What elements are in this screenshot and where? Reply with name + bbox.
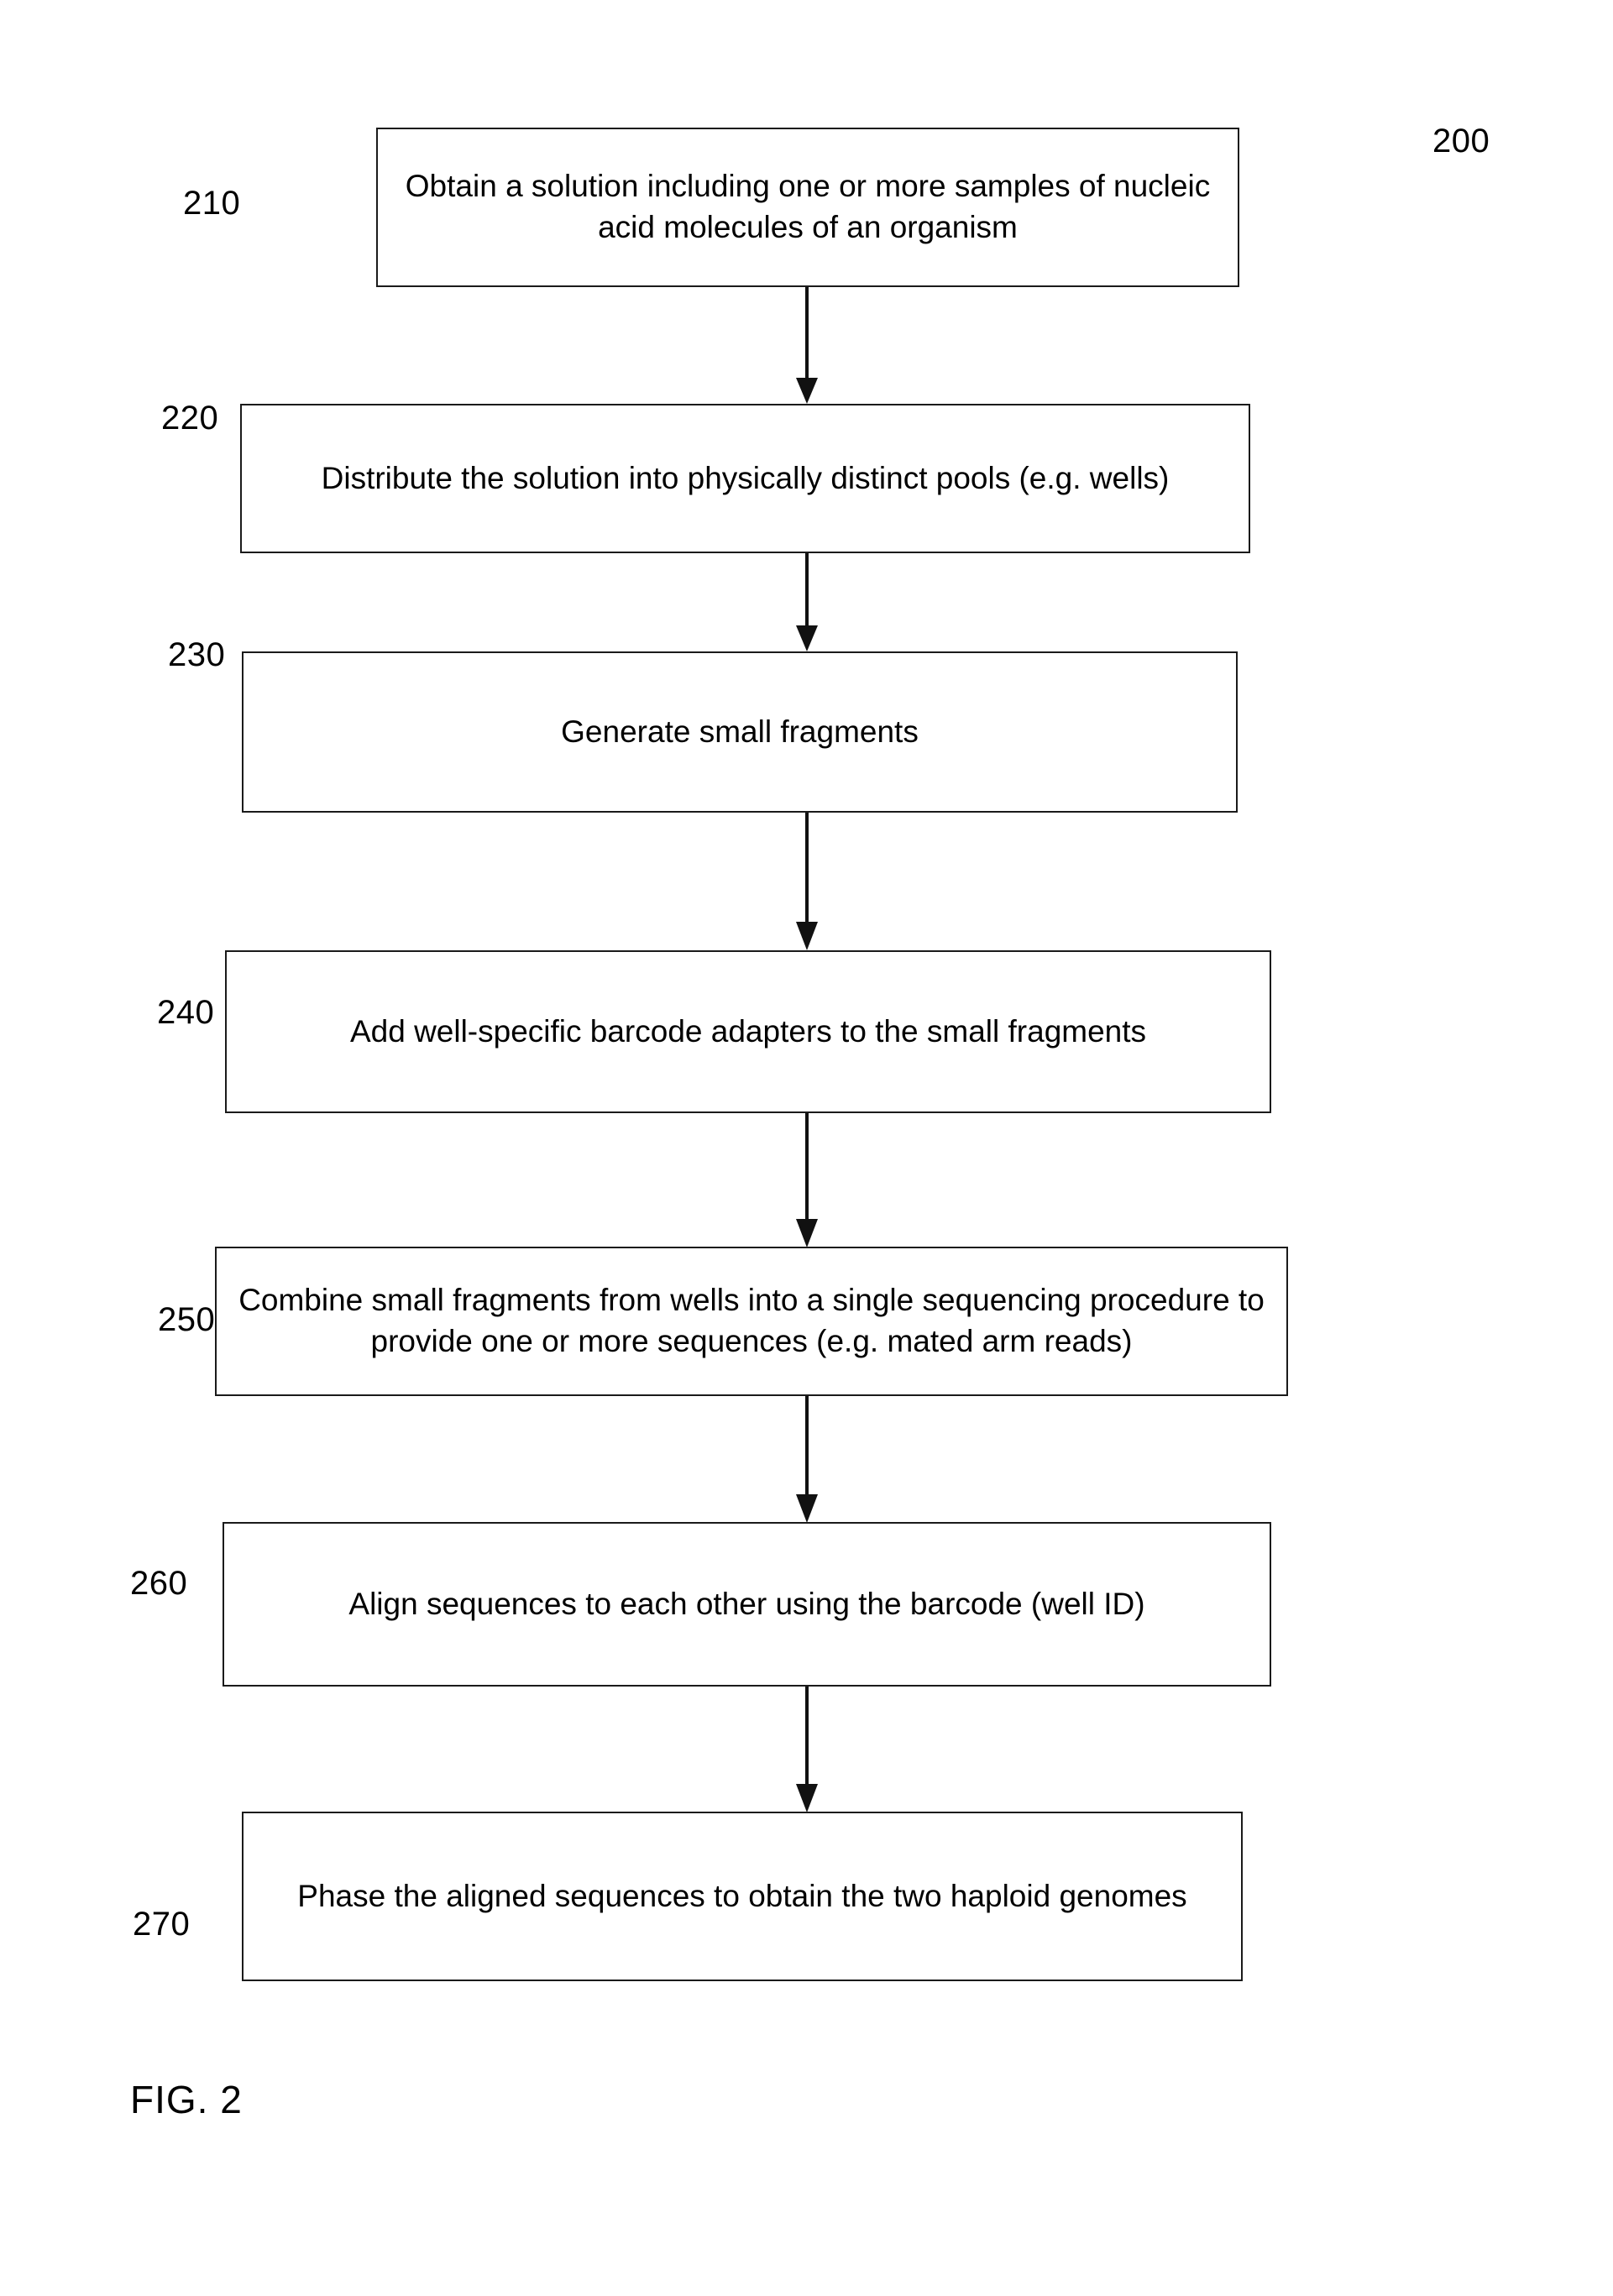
- flow-step-text-270: Phase the aligned sequences to obtain th…: [297, 1878, 1187, 1913]
- flow-step-text-230: Generate small fragments: [561, 714, 919, 749]
- step-ref-220: 220: [161, 400, 219, 437]
- flow-step-text-220: Distribute the solution into physically …: [321, 460, 1170, 495]
- flow-step-box-270[interactable]: Phase the aligned sequences to obtain th…: [242, 1812, 1243, 1981]
- flow-step-text-240: Add well-specific barcode adapters to th…: [349, 1013, 1147, 1049]
- arrow-240-to-250: [795, 1113, 819, 1247]
- flow-step-box-240[interactable]: Add well-specific barcode adapters to th…: [225, 950, 1271, 1113]
- step-ref-250: 250: [158, 1301, 216, 1338]
- step-ref-230: 230: [168, 636, 226, 673]
- arrow-230-to-240: [795, 813, 819, 950]
- flow-step-text-260: Align sequences to each other using the …: [348, 1586, 1145, 1621]
- flow-step-box-230[interactable]: Generate small fragments: [242, 651, 1238, 813]
- step-ref-270: 270: [133, 1906, 191, 1943]
- arrow-210-to-220: [795, 287, 819, 404]
- figure-caption: FIG. 2: [130, 2078, 243, 2121]
- step-ref-260: 260: [130, 1565, 188, 1602]
- step-ref-210: 210: [183, 185, 241, 222]
- arrow-260-to-270: [795, 1687, 819, 1812]
- flow-step-box-210[interactable]: Obtain a solution including one or more …: [376, 128, 1239, 287]
- figure-reference-200: 200: [1432, 123, 1490, 160]
- flow-step-text-210: Obtain a solution including one or more …: [405, 169, 1211, 244]
- flow-step-box-250[interactable]: Combine small fragments from wells into …: [215, 1247, 1288, 1396]
- arrow-220-to-230: [795, 553, 819, 651]
- arrow-250-to-260: [795, 1396, 819, 1523]
- flow-step-text-250: Combine small fragments from wells into …: [238, 1283, 1265, 1358]
- flow-step-box-260[interactable]: Align sequences to each other using the …: [223, 1522, 1271, 1687]
- patent-figure: 200 210 Obtain a solution including one …: [0, 0, 1613, 2296]
- step-ref-240: 240: [157, 994, 215, 1031]
- flow-step-box-220[interactable]: Distribute the solution into physically …: [240, 404, 1250, 553]
